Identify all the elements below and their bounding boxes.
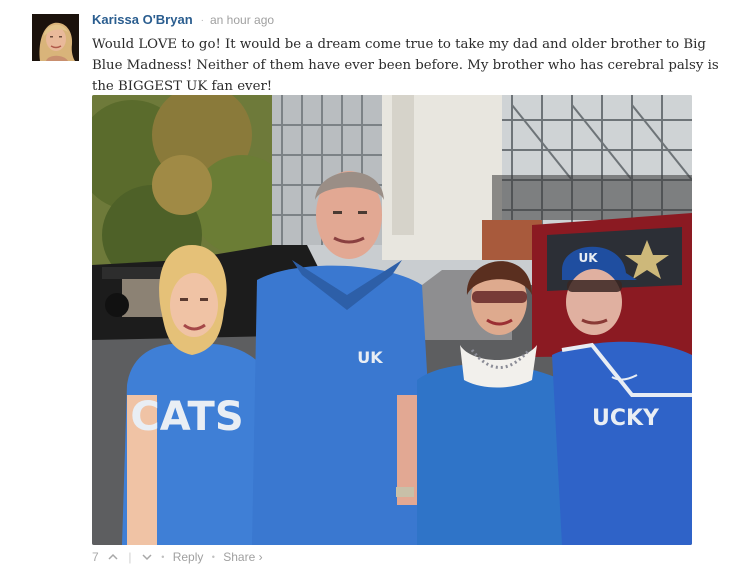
comment-header: Karissa O'Bryan · an hour ago [92, 12, 274, 30]
comment-photo[interactable]: CATS UK UK UCKY [92, 95, 692, 545]
author-name[interactable]: Karissa O'Bryan [92, 12, 193, 27]
header-separator: · [200, 15, 204, 26]
cap-logo: UK [578, 251, 598, 265]
downvote-icon[interactable] [141, 551, 153, 563]
upvote-icon[interactable] [107, 551, 119, 563]
comment-timestamp[interactable]: an hour ago [210, 13, 274, 27]
share-link[interactable]: Share › [223, 549, 262, 565]
polo-logo: UK [357, 348, 383, 367]
footer-bullet: • [161, 551, 165, 562]
shirt-text: CATS [130, 394, 243, 440]
comment-text: Would LOVE to go! It would be a dream co… [92, 37, 719, 94]
comment-footer: 7 | • Reply • Share › [92, 548, 263, 564]
reply-link[interactable]: Reply [173, 549, 204, 565]
vote-divider: | [128, 549, 132, 564]
avatar[interactable] [32, 14, 79, 61]
footer-bullet: • [211, 551, 215, 562]
avatar-image [32, 14, 79, 61]
jersey-text: UCKY [592, 406, 660, 431]
photo-image: CATS UK UK UCKY [92, 95, 692, 545]
vote-count: 7 [92, 549, 99, 564]
